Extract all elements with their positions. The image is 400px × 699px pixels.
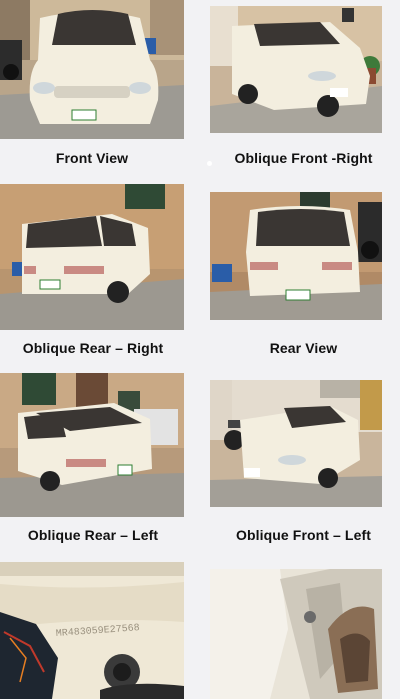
front-view-photo[interactable] (0, 0, 184, 139)
photo-gallery: Front View Oblique Front -Right Oblique … (0, 0, 400, 699)
caption-front-view: Front View (55, 150, 129, 166)
rear-view-photo[interactable] (210, 192, 382, 320)
oblique-rear-left-photo[interactable] (0, 373, 184, 517)
oblique-front-left-photo[interactable] (210, 380, 382, 507)
chassis-number-photo[interactable]: MR483059E27568 (0, 562, 184, 699)
caption-oblique-front-left: Oblique Front – Left (236, 527, 371, 543)
oblique-rear-right-photo[interactable] (0, 184, 184, 330)
caption-oblique-front-right: Oblique Front -Right (234, 150, 373, 166)
caption-rear-view: Rear View (269, 340, 338, 356)
caption-oblique-rear-left: Oblique Rear – Left (27, 527, 159, 543)
caption-oblique-rear-right: Oblique Rear – Right (22, 340, 164, 356)
engine-bay-photo[interactable] (210, 569, 382, 699)
oblique-front-right-photo[interactable] (210, 6, 382, 133)
